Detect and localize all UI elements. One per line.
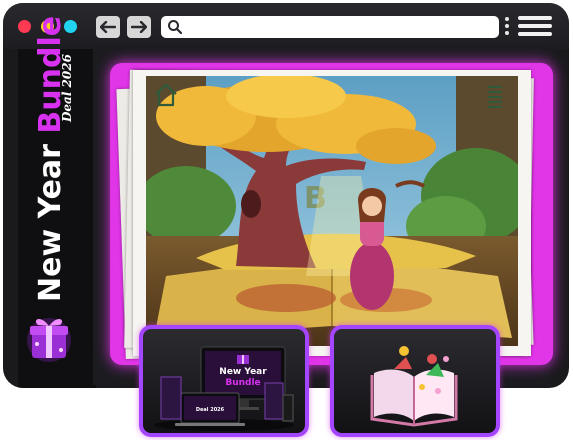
bundle-mockup-card[interactable]: New Year Bundle Deal 2026 — [139, 325, 309, 437]
arrow-left-icon — [100, 21, 116, 33]
popup-book-card[interactable] — [330, 325, 500, 437]
search-icon — [168, 20, 183, 35]
gift-box-icon — [27, 318, 71, 362]
open-book-icon — [370, 346, 458, 427]
bundle-mockup-illustration: New Year Bundle Deal 2026 — [154, 346, 294, 431]
forward-button[interactable] — [127, 16, 151, 38]
hamburger-menu-icon[interactable] — [518, 16, 552, 38]
mockup-title-line2: Bundle — [225, 378, 260, 388]
arrow-right-icon — [131, 21, 147, 33]
browser-toolbar — [3, 3, 569, 49]
mockup-subtitle: Deal 2026 — [196, 407, 225, 413]
mockup-title-line1: New Year — [219, 367, 267, 377]
promo-title-line1: New Year — [33, 133, 68, 302]
back-button[interactable] — [96, 16, 120, 38]
storybook-illustration: B — [146, 76, 518, 346]
close-window-button[interactable] — [18, 20, 31, 33]
promo-subtitle: Deal 2026 — [60, 54, 74, 122]
address-bar[interactable] — [161, 16, 499, 38]
storybook-scene: B — [146, 76, 518, 346]
kebab-icon[interactable] — [504, 16, 510, 38]
